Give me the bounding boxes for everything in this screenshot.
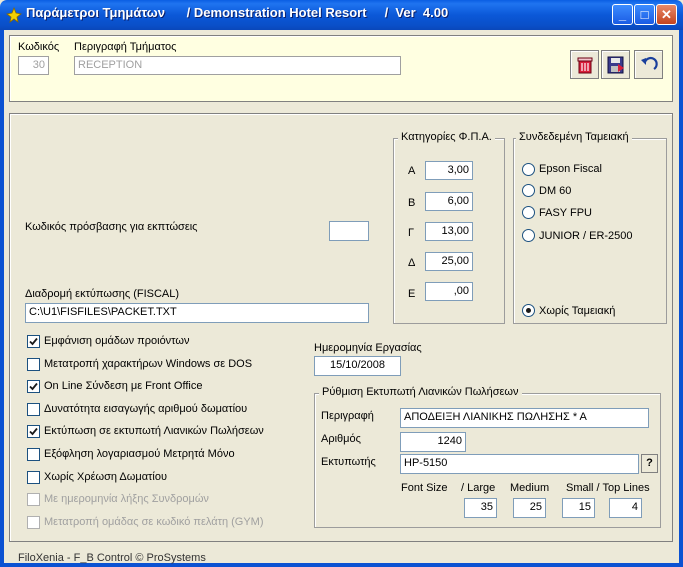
option-checkbox-6[interactable] xyxy=(27,471,40,484)
checkmark-icon xyxy=(29,382,38,391)
option-checkbox-label-0[interactable]: Εμφάνιση ομάδων προιόντων xyxy=(44,335,189,347)
retail-printer-field[interactable]: HP-5150 xyxy=(400,454,639,474)
option-checkbox-3[interactable] xyxy=(27,403,40,416)
top-lines-field[interactable]: 4 xyxy=(609,498,642,518)
register-radio-junior[interactable] xyxy=(522,229,535,242)
vat-groupbox-title: Κατηγορίες Φ.Π.Α. xyxy=(398,131,495,143)
save-icon xyxy=(607,56,624,74)
retail-desc-label: Περιγραφή xyxy=(321,410,374,422)
delete-icon xyxy=(577,57,593,74)
description-field[interactable]: RECEPTION xyxy=(74,56,401,75)
undo-icon xyxy=(641,56,658,70)
medium-label: Medium xyxy=(510,482,550,494)
vat-field-a[interactable]: 3,00 xyxy=(425,161,473,180)
option-checkbox-4[interactable] xyxy=(27,425,40,438)
vat-label-d: Δ xyxy=(408,257,416,269)
app-icon xyxy=(6,6,22,23)
code-field[interactable]: 30 xyxy=(18,56,49,75)
register-option-epson[interactable]: Epson Fiscal xyxy=(539,163,602,175)
register-option-dm60[interactable]: DM 60 xyxy=(539,185,571,197)
maximize-button[interactable]: □ xyxy=(634,4,655,25)
save-button[interactable] xyxy=(601,50,630,79)
option-checkbox-label-8: Μετατροπή ομάδας σε κωδικό πελάτη (GYM) xyxy=(44,516,264,528)
vat-label-b: Β xyxy=(408,197,416,209)
small-top-lines-label: Small / Top Lines xyxy=(566,482,650,494)
option-checkbox-8 xyxy=(27,516,40,529)
retail-number-label: Αριθμός xyxy=(321,433,361,445)
radio-dot xyxy=(526,308,531,313)
discount-password-field[interactable] xyxy=(329,221,369,241)
font-size-large-field[interactable]: 35 xyxy=(464,498,497,518)
vat-field-e[interactable]: ,00 xyxy=(425,282,473,301)
option-checkbox-2[interactable] xyxy=(27,380,40,393)
description-label: Περιγραφή Τμήματος xyxy=(74,41,177,53)
checkmark-icon xyxy=(29,337,38,346)
option-checkbox-label-3[interactable]: Δυνατότητα εισαγωγής αριθμού δωματίου xyxy=(44,403,247,415)
font-size-small-field[interactable]: 15 xyxy=(562,498,595,518)
option-checkbox-0[interactable] xyxy=(27,335,40,348)
font-size-label: Font Size xyxy=(401,482,448,494)
register-radio-fasy[interactable] xyxy=(522,206,535,219)
work-date-field[interactable]: 15/10/2008 xyxy=(314,356,401,376)
retail-printer-label: Εκτυπωτής xyxy=(321,456,376,468)
vat-label-e: Ε xyxy=(408,288,416,300)
option-checkbox-label-2[interactable]: On Line Σύνδεση με Front Office xyxy=(44,380,202,392)
footer-copyright: FiloXenia - F_B Control © ProSystems xyxy=(18,552,206,564)
delete-button[interactable] xyxy=(570,50,599,79)
undo-button[interactable] xyxy=(634,50,663,79)
vat-field-d[interactable]: 25,00 xyxy=(425,252,473,271)
work-date-label: Ημερομηνία Εργασίας xyxy=(314,342,422,354)
vat-label-c: Γ xyxy=(408,227,415,239)
option-checkbox-label-5[interactable]: Εξόφληση λογαριασμού Μετρητά Μόνο xyxy=(44,448,235,460)
vat-label-a: Α xyxy=(408,165,416,177)
register-option-junior[interactable]: JUNIOR / ER-2500 xyxy=(539,230,633,242)
retail-printer-groupbox-title: Ρύθμιση Εκτυπωτή Λιανικών Πωλήσεων xyxy=(319,386,522,398)
option-checkbox-label-6[interactable]: Χωρίς Χρέωση Δωματίου xyxy=(44,471,167,483)
register-radio-none[interactable] xyxy=(522,304,535,317)
option-checkbox-label-4[interactable]: Εκτύπωση σε εκτυπωτή Λιανικών Πωλήσεων xyxy=(44,425,264,437)
window-title: Παράμετροι Τμημάτων / Demonstration Hote… xyxy=(26,5,449,20)
printer-help-button[interactable]: ? xyxy=(641,454,658,473)
large-label: / Large xyxy=(461,482,496,494)
register-option-fasy[interactable]: FASY FPU xyxy=(539,207,592,219)
close-button[interactable]: ✕ xyxy=(656,4,677,25)
retail-number-field[interactable]: 1240 xyxy=(400,432,466,452)
register-radio-epson[interactable] xyxy=(522,163,535,176)
code-label: Κωδικός xyxy=(18,41,60,53)
option-checkbox-label-7: Με ημερομηνία λήξης Συνδρομών xyxy=(44,493,209,505)
option-checkbox-label-1[interactable]: Μετατροπή χαρακτήρων Windows σε DOS xyxy=(44,358,252,370)
font-size-medium-field[interactable]: 25 xyxy=(513,498,546,518)
fiscal-path-label: Διαδρομή εκτύπωσης (FISCAL) xyxy=(25,288,180,300)
option-checkbox-7 xyxy=(27,493,40,506)
checkmark-icon xyxy=(29,427,38,436)
fiscal-path-field[interactable]: C:\U1\FISFILES\PACKET.TXT xyxy=(25,303,369,323)
vat-field-b[interactable]: 6,00 xyxy=(425,192,473,211)
register-radio-dm60[interactable] xyxy=(522,184,535,197)
option-checkbox-1[interactable] xyxy=(27,358,40,371)
register-groupbox-title: Συνδεδεμένη Ταμειακή xyxy=(516,131,632,143)
register-option-none[interactable]: Χωρίς Ταμειακή xyxy=(539,305,615,317)
vat-field-c[interactable]: 13,00 xyxy=(425,222,473,241)
option-checkbox-5[interactable] xyxy=(27,448,40,461)
retail-desc-field[interactable]: ΑΠΟΔΕΙΞΗ ΛΙΑΝΙΚΗΣ ΠΩΛΗΣΗΣ * Α xyxy=(400,408,649,428)
minimize-button[interactable]: _ xyxy=(612,4,633,25)
discount-password-label: Κωδικός πρόσβασης για εκπτώσεις xyxy=(25,221,198,233)
